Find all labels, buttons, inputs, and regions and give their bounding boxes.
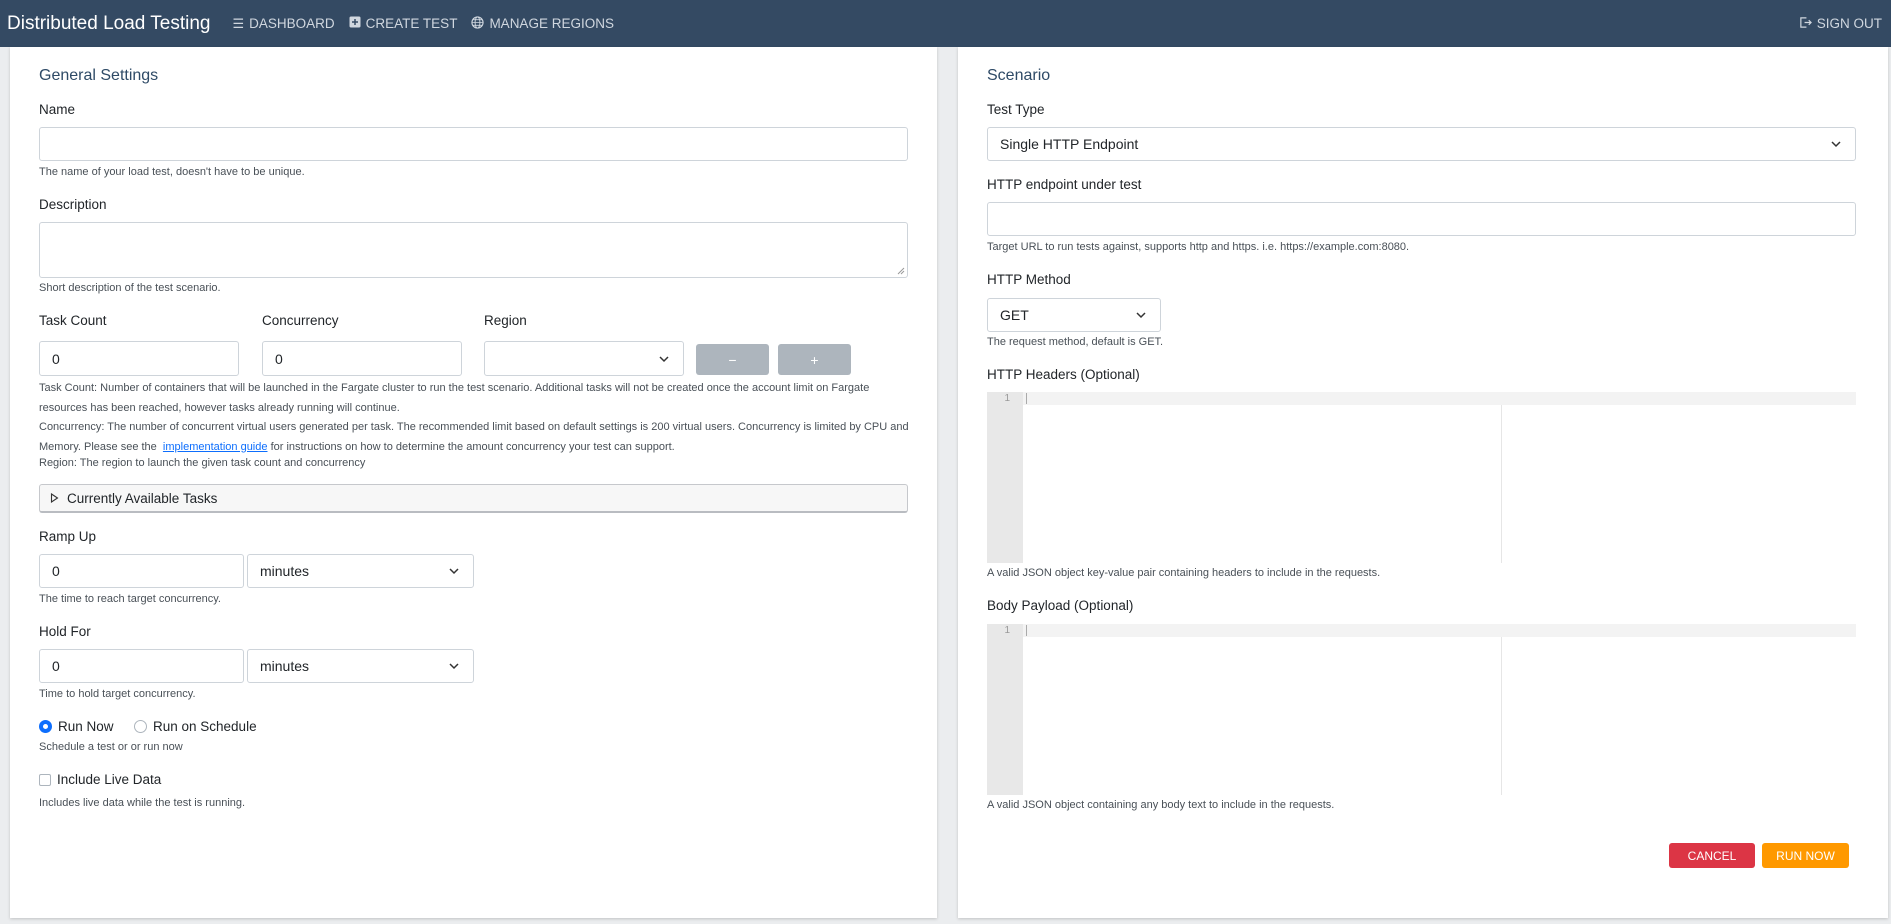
nav-dashboard-label: DASHBOARD <box>249 16 335 31</box>
run-now-button[interactable]: RUN NOW <box>1762 843 1849 868</box>
live-data-checkbox[interactable] <box>39 773 51 786</box>
nav-manage-regions-label: MANAGE REGIONS <box>489 16 614 31</box>
task-count-value: 0 <box>52 350 60 367</box>
hold-for-help: Time to hold target concurrency. <box>39 688 196 700</box>
concurrency-label: Concurrency <box>262 313 339 328</box>
globe-icon <box>471 15 485 32</box>
concurrency-input[interactable]: 0 <box>262 341 462 376</box>
run-schedule-radio-group[interactable]: Run on Schedule <box>134 719 257 734</box>
ramp-up-label: Ramp Up <box>39 529 97 544</box>
sign-out-label: SIGN OUT <box>1816 16 1882 31</box>
nav-create-test[interactable]: CREATE TEST <box>349 16 458 31</box>
sign-out-icon <box>1799 16 1812 32</box>
hold-for-value: 0 <box>52 658 60 674</box>
headers-active-line <box>1023 392 1856 405</box>
description-help: Short description of the test scenario. <box>39 282 221 294</box>
hold-for-unit-select[interactable]: minutes <box>247 649 474 683</box>
print-margin <box>1501 637 1502 795</box>
run-schedule-radio[interactable] <box>134 720 147 733</box>
body-help: A valid JSON object containing any body … <box>987 799 1335 811</box>
chevron-down-icon <box>659 355 669 362</box>
concurrency-value: 0 <box>275 350 283 367</box>
live-data-label: Include Live Data <box>57 772 162 787</box>
body-editor-gutter: 1 <box>987 624 1023 795</box>
nav-manage-regions[interactable]: MANAGE REGIONS <box>471 15 614 32</box>
scenario-title: Scenario <box>987 67 1051 84</box>
headers-code-editor[interactable]: 1 <box>987 392 1856 563</box>
general-settings-title: General Settings <box>39 67 159 84</box>
line-number: 1 <box>1004 625 1010 636</box>
run-now-radio[interactable] <box>39 720 52 733</box>
resize-handle-icon[interactable] <box>897 267 905 275</box>
print-margin <box>1501 405 1502 563</box>
method-help: The request method, default is GET. <box>987 336 1164 348</box>
ramp-up-value: 0 <box>52 563 60 579</box>
endpoint-help: Target URL to run tests against, support… <box>987 241 1410 253</box>
live-data-checkbox-group[interactable]: Include Live Data <box>39 772 161 787</box>
list-icon: ☰ <box>232 15 245 31</box>
nav-create-test-label: CREATE TEST <box>365 16 458 31</box>
task-count-input[interactable]: 0 <box>39 341 239 376</box>
description-label: Description <box>39 197 107 212</box>
test-type-label: Test Type <box>987 102 1045 117</box>
concurrency-help: Concurrency: The number of concurrent vi… <box>39 418 919 457</box>
hold-for-label: Hold For <box>39 624 91 639</box>
chevron-down-icon <box>449 568 459 575</box>
run-now-radio-group[interactable]: Run Now <box>39 719 114 734</box>
ramp-up-help: The time to reach target concurrency. <box>39 593 221 605</box>
general-settings-panel: General Settings Name The name of your l… <box>10 47 937 918</box>
run-help: Schedule a test or or run now <box>39 741 183 753</box>
endpoint-label: HTTP endpoint under test <box>987 177 1142 192</box>
implementation-guide-link[interactable]: implementation guide <box>163 441 268 453</box>
test-type-value: Single HTTP Endpoint <box>1000 136 1139 152</box>
endpoint-input[interactable] <box>987 202 1856 236</box>
chevron-down-icon <box>1136 312 1146 319</box>
task-count-help: Task Count: Number of containers that wi… <box>39 382 870 414</box>
region-label: Region <box>484 313 527 328</box>
chevron-down-icon <box>1831 141 1841 148</box>
plus-square-icon <box>349 16 361 31</box>
text-cursor <box>1026 625 1027 636</box>
cancel-button[interactable]: CANCEL <box>1669 843 1755 868</box>
region-help: Region: The region to launch the given t… <box>39 457 366 469</box>
sign-out-button[interactable]: SIGN OUT <box>1799 0 1882 47</box>
add-region-button[interactable]: + <box>778 344 851 375</box>
task-count-label: Task Count <box>39 313 107 328</box>
headers-editor-gutter: 1 <box>987 392 1023 563</box>
line-number: 1 <box>1004 393 1010 404</box>
hold-for-input[interactable]: 0 <box>39 649 244 683</box>
ramp-up-unit-select[interactable]: minutes <box>247 554 474 588</box>
method-value: GET <box>1000 307 1029 323</box>
remove-region-button[interactable]: − <box>696 344 769 375</box>
ramp-up-input[interactable]: 0 <box>39 554 244 588</box>
caret-right-icon <box>50 493 59 503</box>
name-help: The name of your load test, doesn't have… <box>39 166 305 178</box>
live-data-help: Includes live data while the test is run… <box>39 797 246 809</box>
test-type-select[interactable]: Single HTTP Endpoint <box>987 127 1856 161</box>
chevron-down-icon <box>449 663 459 670</box>
method-label: HTTP Method <box>987 272 1071 287</box>
hold-for-unit-value: minutes <box>260 658 310 674</box>
region-select[interactable] <box>484 341 684 376</box>
text-cursor <box>1026 393 1027 404</box>
app-title[interactable]: Distributed Load Testing <box>7 13 211 35</box>
body-code-editor[interactable]: 1 <box>987 624 1856 795</box>
method-select[interactable]: GET <box>987 298 1161 332</box>
headers-help: A valid JSON object key-value pair conta… <box>987 567 1381 579</box>
top-navbar: Distributed Load Testing ☰ DASHBOARD CRE… <box>0 0 1891 47</box>
headers-label: HTTP Headers (Optional) <box>987 367 1140 382</box>
name-label: Name <box>39 102 76 117</box>
ramp-up-unit-value: minutes <box>260 563 310 579</box>
name-input[interactable] <box>39 127 908 161</box>
run-schedule-label: Run on Schedule <box>153 719 257 734</box>
body-label: Body Payload (Optional) <box>987 598 1134 613</box>
available-tasks-expander[interactable]: Currently Available Tasks <box>39 484 908 513</box>
available-tasks-label: Currently Available Tasks <box>67 490 218 506</box>
description-textarea[interactable] <box>39 222 908 278</box>
body-active-line <box>1023 624 1856 637</box>
nav-dashboard[interactable]: ☰ DASHBOARD <box>233 16 335 32</box>
scenario-panel: Scenario Test Type Single HTTP Endpoint … <box>958 47 1888 918</box>
concurrency-help-text-2: for instructions on how to determine the… <box>270 440 675 453</box>
run-now-label: Run Now <box>58 719 114 734</box>
